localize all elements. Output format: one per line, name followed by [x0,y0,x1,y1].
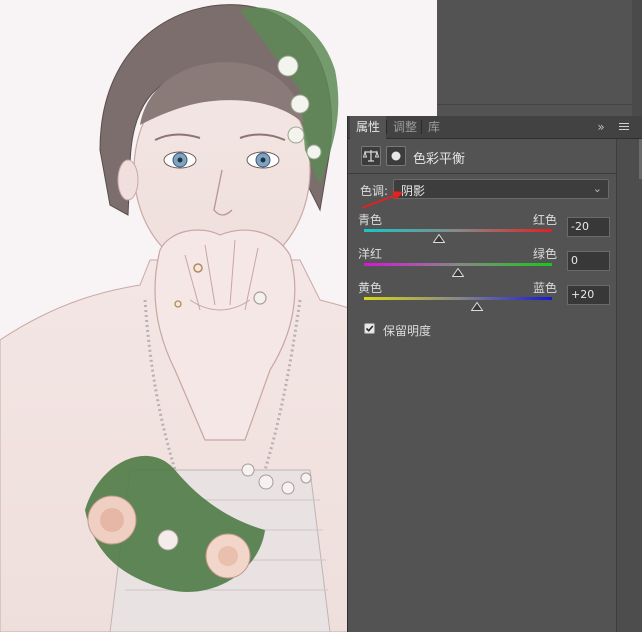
slider-right-label: 蓝色 [533,281,558,295]
adjustment-title: 色彩平衡 [413,152,466,167]
panel-header: 色彩平衡 [348,140,642,172]
tone-dropdown[interactable]: 阴影 ⌄ [393,179,609,199]
balance-scale-icon [361,146,381,166]
preserve-luminosity-label: 保留明度 [383,324,432,338]
slider-thumb[interactable] [433,234,446,243]
tab-adjustments[interactable]: 调整 [387,116,423,138]
checkbox-icon[interactable] [364,323,375,334]
double-chevron-right-icon[interactable]: » [593,119,609,135]
slider-value-input[interactable]: +20 [567,285,610,305]
slider-track[interactable] [364,229,552,232]
workspace-scrollbar[interactable] [632,0,642,118]
header-divider [348,173,616,174]
slider-track[interactable] [364,297,552,300]
slider-left-label: 黄色 [358,281,383,295]
slider-left-label: 洋红 [358,247,383,261]
tone-dropdown-value: 阴影 [401,184,426,198]
slider-right-label: 绿色 [533,247,558,261]
workspace-background [437,0,642,118]
slider-right-label: 红色 [533,213,558,227]
slider-thumb[interactable] [452,268,464,277]
slider-thumb[interactable] [470,302,483,311]
panel-tab-bar: 属性 调整 库 » [348,116,642,139]
workspace-divider [437,104,642,105]
slider-value-input[interactable]: 0 [567,251,610,271]
slider-value-input[interactable]: -20 [567,217,610,237]
slider-yellow-blue: 黄色 蓝色 +20 [348,279,642,319]
properties-panel: 属性 调整 库 » 色彩平衡 色调: 阴影 ⌄ 青色 红色 -20 洋红 绿色 … [347,116,642,632]
tab-properties[interactable]: 属性 [350,116,387,139]
panel-scrollbar[interactable] [616,139,642,632]
layer-mask-icon[interactable] [386,146,406,166]
tone-label: 色调: [360,184,389,198]
slider-left-label: 青色 [358,213,383,227]
panel-menu-icon[interactable] [616,119,632,135]
slider-track[interactable] [364,263,552,266]
tab-libraries[interactable]: 库 [422,116,446,138]
chevron-down-icon: ⌄ [592,182,602,195]
